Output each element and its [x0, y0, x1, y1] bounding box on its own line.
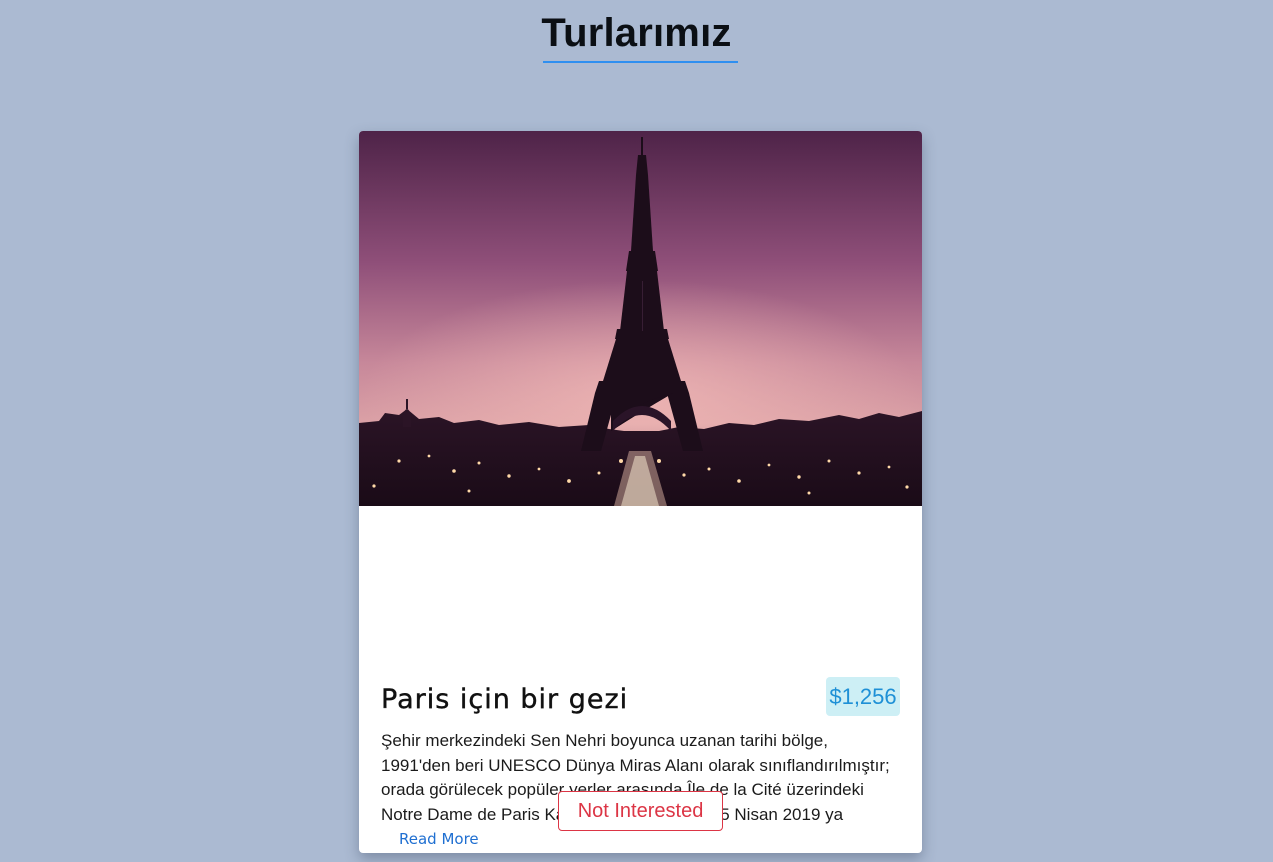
tour-card: Paris için bir gezi $1,256 Şehir merkezi… — [359, 131, 922, 853]
page-header: Turlarımız — [0, 0, 1273, 56]
tour-image — [359, 131, 922, 506]
tour-title: Paris için bir gezi — [381, 684, 629, 715]
title-underline — [543, 61, 738, 63]
read-more-link[interactable]: Read More — [399, 827, 479, 852]
price-badge: $1,256 — [826, 677, 900, 716]
not-interested-button[interactable]: Not Interested — [558, 791, 723, 831]
page-title: Turlarımız — [541, 11, 732, 55]
